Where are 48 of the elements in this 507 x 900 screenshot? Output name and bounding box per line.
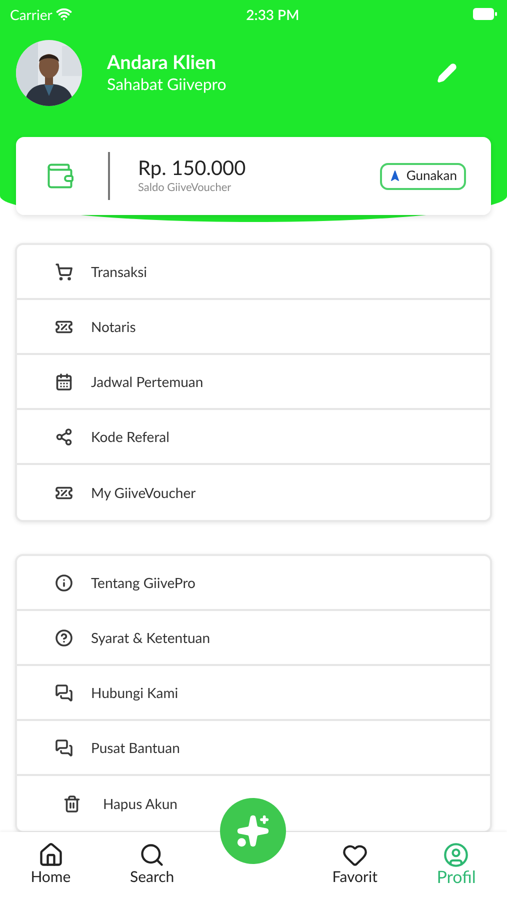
menu-item[interactable]: Notaris bbox=[17, 300, 490, 355]
sparkle-icon bbox=[236, 814, 270, 848]
menu-label: Hubungi Kami bbox=[91, 683, 178, 703]
arrow-icon bbox=[389, 170, 402, 182]
menu-label: Transaksi bbox=[91, 262, 148, 282]
balance-label: Saldo GiiveVoucher bbox=[138, 180, 232, 196]
menu-item[interactable]: Hubungi Kami bbox=[17, 666, 490, 721]
share-icon bbox=[55, 428, 73, 446]
menu-item[interactable]: Pusat Bantuan bbox=[17, 721, 490, 776]
menu-item[interactable]: My GiiveVoucher bbox=[17, 465, 490, 520]
cart-icon bbox=[55, 262, 73, 280]
menu-item[interactable]: Tentang GiivePro bbox=[17, 556, 490, 611]
menu-item[interactable]: Hapus Akun bbox=[17, 776, 490, 831]
menu-item[interactable]: Jadwal Pertemuan bbox=[17, 355, 490, 410]
menu-label: Syarat & Ketentuan bbox=[91, 628, 210, 648]
chat-icon bbox=[55, 738, 73, 756]
tab-item[interactable]: Home bbox=[0, 832, 102, 900]
menu-label: Tentang GiivePro bbox=[91, 573, 196, 593]
info-icon bbox=[55, 574, 73, 592]
chat-icon bbox=[55, 684, 73, 702]
wallet-icon bbox=[45, 161, 75, 191]
profile-subtitle: Sahabat Giivepro bbox=[107, 75, 228, 95]
search-icon bbox=[139, 842, 166, 868]
menu-label: Kode Referal bbox=[91, 427, 170, 447]
menu-label: Jadwal Pertemuan bbox=[91, 372, 204, 392]
menu-item[interactable]: Transaksi bbox=[17, 245, 490, 300]
edit-icon[interactable] bbox=[437, 63, 457, 83]
status-time: 2:33 PM bbox=[246, 4, 300, 24]
menu-label: Notaris bbox=[91, 317, 136, 337]
balance-amount: Rp. 150.000 bbox=[138, 156, 247, 180]
profile-name: Andara Klien bbox=[107, 51, 217, 75]
menu-label: My GiiveVoucher bbox=[91, 483, 196, 503]
heart-icon bbox=[342, 842, 368, 868]
help-icon bbox=[55, 628, 73, 646]
menu-label: Pusat Bantuan bbox=[91, 738, 180, 758]
calendar-icon bbox=[55, 372, 73, 390]
user-icon bbox=[443, 842, 470, 868]
battery-icon bbox=[473, 8, 497, 20]
menu-item[interactable]: Kode Referal bbox=[17, 410, 490, 465]
menu-label: Hapus Akun bbox=[103, 794, 178, 814]
tab-item[interactable]: Favorit bbox=[304, 832, 406, 900]
menu-item[interactable]: Syarat & Ketentuan bbox=[17, 611, 490, 666]
wifi-icon bbox=[56, 6, 72, 22]
tab-item[interactable]: Search bbox=[101, 832, 203, 900]
home-icon bbox=[38, 842, 64, 868]
carrier-label: Carrier bbox=[10, 4, 52, 24]
use-button[interactable]: Gunakan bbox=[380, 162, 466, 190]
trash-icon bbox=[63, 794, 81, 812]
